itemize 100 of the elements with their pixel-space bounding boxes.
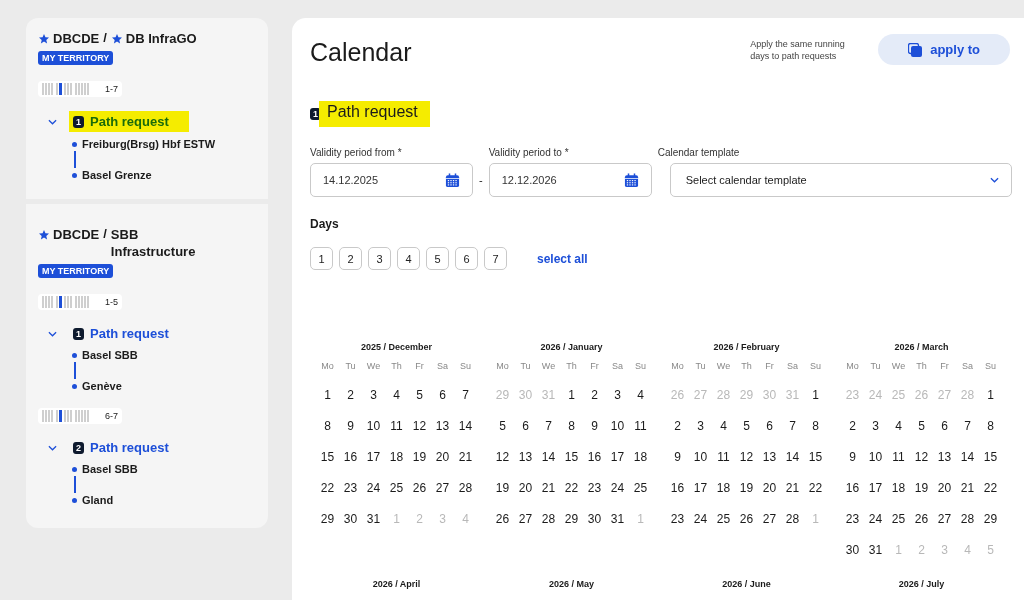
calendar-day[interactable]: 5: [491, 418, 514, 449]
calendar-day[interactable]: 18: [629, 449, 652, 480]
day-toggle[interactable]: 3: [368, 247, 391, 270]
calendar-day[interactable]: 4: [712, 418, 735, 449]
calendar-day[interactable]: 12: [735, 449, 758, 480]
calendar-day[interactable]: 22: [804, 480, 827, 511]
calendar-day[interactable]: 18: [712, 480, 735, 511]
calendar-day[interactable]: 10: [864, 449, 887, 480]
calendar-icon[interactable]: [445, 172, 460, 188]
calendar-day[interactable]: 27: [758, 511, 781, 542]
calendar-day[interactable]: 28: [537, 511, 560, 542]
calendar-day[interactable]: 22: [979, 480, 1002, 511]
calendar-day[interactable]: 7: [537, 418, 560, 449]
calendar-day[interactable]: 3: [362, 387, 385, 418]
calendar-day[interactable]: 24: [606, 480, 629, 511]
calendar-day[interactable]: 6: [758, 418, 781, 449]
calendar-day[interactable]: 1: [560, 387, 583, 418]
date-field[interactable]: 14.12.2025: [310, 163, 473, 197]
calendar-day[interactable]: 23: [841, 511, 864, 542]
calendar-day[interactable]: 27: [431, 480, 454, 511]
calendar-day[interactable]: 20: [758, 480, 781, 511]
calendar-day[interactable]: 7: [781, 418, 804, 449]
calendar-day[interactable]: 29: [979, 511, 1002, 542]
calendar-day[interactable]: 11: [385, 418, 408, 449]
calendar-day[interactable]: 31: [606, 511, 629, 542]
day-toggle[interactable]: 6: [455, 247, 478, 270]
calendar-day[interactable]: 26: [910, 511, 933, 542]
calendar-day[interactable]: 9: [339, 418, 362, 449]
calendar-day[interactable]: 7: [956, 418, 979, 449]
calendar-day[interactable]: 5: [910, 418, 933, 449]
calendar-day[interactable]: 24: [362, 480, 385, 511]
template-dropdown[interactable]: Select calendar template: [669, 163, 1012, 197]
chevron-down-icon[interactable]: [989, 177, 999, 183]
calendar-day[interactable]: 3: [864, 418, 887, 449]
calendar-day[interactable]: 11: [629, 418, 652, 449]
calendar-day[interactable]: 21: [454, 449, 477, 480]
calendar-day[interactable]: 27: [514, 511, 537, 542]
calendar-day[interactable]: 8: [804, 418, 827, 449]
calendar-day[interactable]: 19: [408, 449, 431, 480]
calendar-day[interactable]: 2: [666, 418, 689, 449]
path-request-link[interactable]: 1 Path request: [69, 111, 189, 132]
calendar-day[interactable]: 13: [431, 418, 454, 449]
calendar-day[interactable]: 22: [316, 480, 339, 511]
calendar-day[interactable]: 3: [606, 387, 629, 418]
calendar-day[interactable]: 16: [841, 480, 864, 511]
calendar-day[interactable]: 15: [979, 449, 1002, 480]
calendar-day[interactable]: 1: [804, 387, 827, 418]
calendar-day[interactable]: 14: [537, 449, 560, 480]
calendar-day[interactable]: 16: [666, 480, 689, 511]
calendar-day[interactable]: 28: [956, 511, 979, 542]
calendar-day[interactable]: 9: [666, 449, 689, 480]
calendar-day[interactable]: 12: [491, 449, 514, 480]
calendar-day[interactable]: 29: [560, 511, 583, 542]
calendar-icon[interactable]: [623, 172, 639, 188]
calendar-day[interactable]: 24: [689, 511, 712, 542]
calendar-day[interactable]: 16: [339, 449, 362, 480]
calendar-day[interactable]: 19: [910, 480, 933, 511]
chevron-down-icon[interactable]: [48, 444, 57, 451]
calendar-day[interactable]: 12: [910, 449, 933, 480]
calendar-day[interactable]: 14: [956, 449, 979, 480]
calendar-day[interactable]: 17: [689, 480, 712, 511]
day-toggle[interactable]: 1: [310, 247, 333, 270]
calendar-day[interactable]: 20: [431, 449, 454, 480]
calendar-day[interactable]: 8: [560, 418, 583, 449]
calendar-day[interactable]: 8: [979, 418, 1002, 449]
calendar-day[interactable]: 14: [781, 449, 804, 480]
calendar-day[interactable]: 16: [583, 449, 606, 480]
chevron-down-icon[interactable]: [48, 330, 57, 337]
calendar-day[interactable]: 28: [454, 480, 477, 511]
calendar-day[interactable]: 15: [316, 449, 339, 480]
calendar-day[interactable]: 1: [316, 387, 339, 418]
calendar-day[interactable]: 8: [316, 418, 339, 449]
calendar-day[interactable]: 29: [316, 511, 339, 542]
calendar-day[interactable]: 1: [979, 387, 1002, 418]
calendar-day[interactable]: 19: [735, 480, 758, 511]
calendar-day[interactable]: 17: [606, 449, 629, 480]
path-request-link[interactable]: 2 Path request: [69, 438, 173, 457]
day-toggle[interactable]: 4: [397, 247, 420, 270]
calendar-day[interactable]: 13: [933, 449, 956, 480]
calendar-day[interactable]: 6: [514, 418, 537, 449]
calendar-day[interactable]: 2: [339, 387, 362, 418]
calendar-day[interactable]: 31: [864, 542, 887, 573]
calendar-day[interactable]: 23: [339, 480, 362, 511]
calendar-day[interactable]: 25: [385, 480, 408, 511]
calendar-day[interactable]: 17: [362, 449, 385, 480]
calendar-day[interactable]: 3: [689, 418, 712, 449]
calendar-day[interactable]: 4: [629, 387, 652, 418]
calendar-day[interactable]: 4: [385, 387, 408, 418]
calendar-day[interactable]: 6: [933, 418, 956, 449]
chevron-down-icon[interactable]: [48, 118, 57, 125]
date-field[interactable]: 12.12.2026: [488, 163, 652, 197]
apply-to-button[interactable]: apply to: [878, 34, 1010, 65]
calendar-day[interactable]: 2: [841, 418, 864, 449]
calendar-day[interactable]: 26: [491, 511, 514, 542]
calendar-day[interactable]: 9: [583, 418, 606, 449]
calendar-day[interactable]: 14: [454, 418, 477, 449]
calendar-day[interactable]: 21: [537, 480, 560, 511]
calendar-day[interactable]: 11: [887, 449, 910, 480]
calendar-day[interactable]: 13: [758, 449, 781, 480]
path-request-link[interactable]: 1 Path request: [69, 324, 173, 343]
